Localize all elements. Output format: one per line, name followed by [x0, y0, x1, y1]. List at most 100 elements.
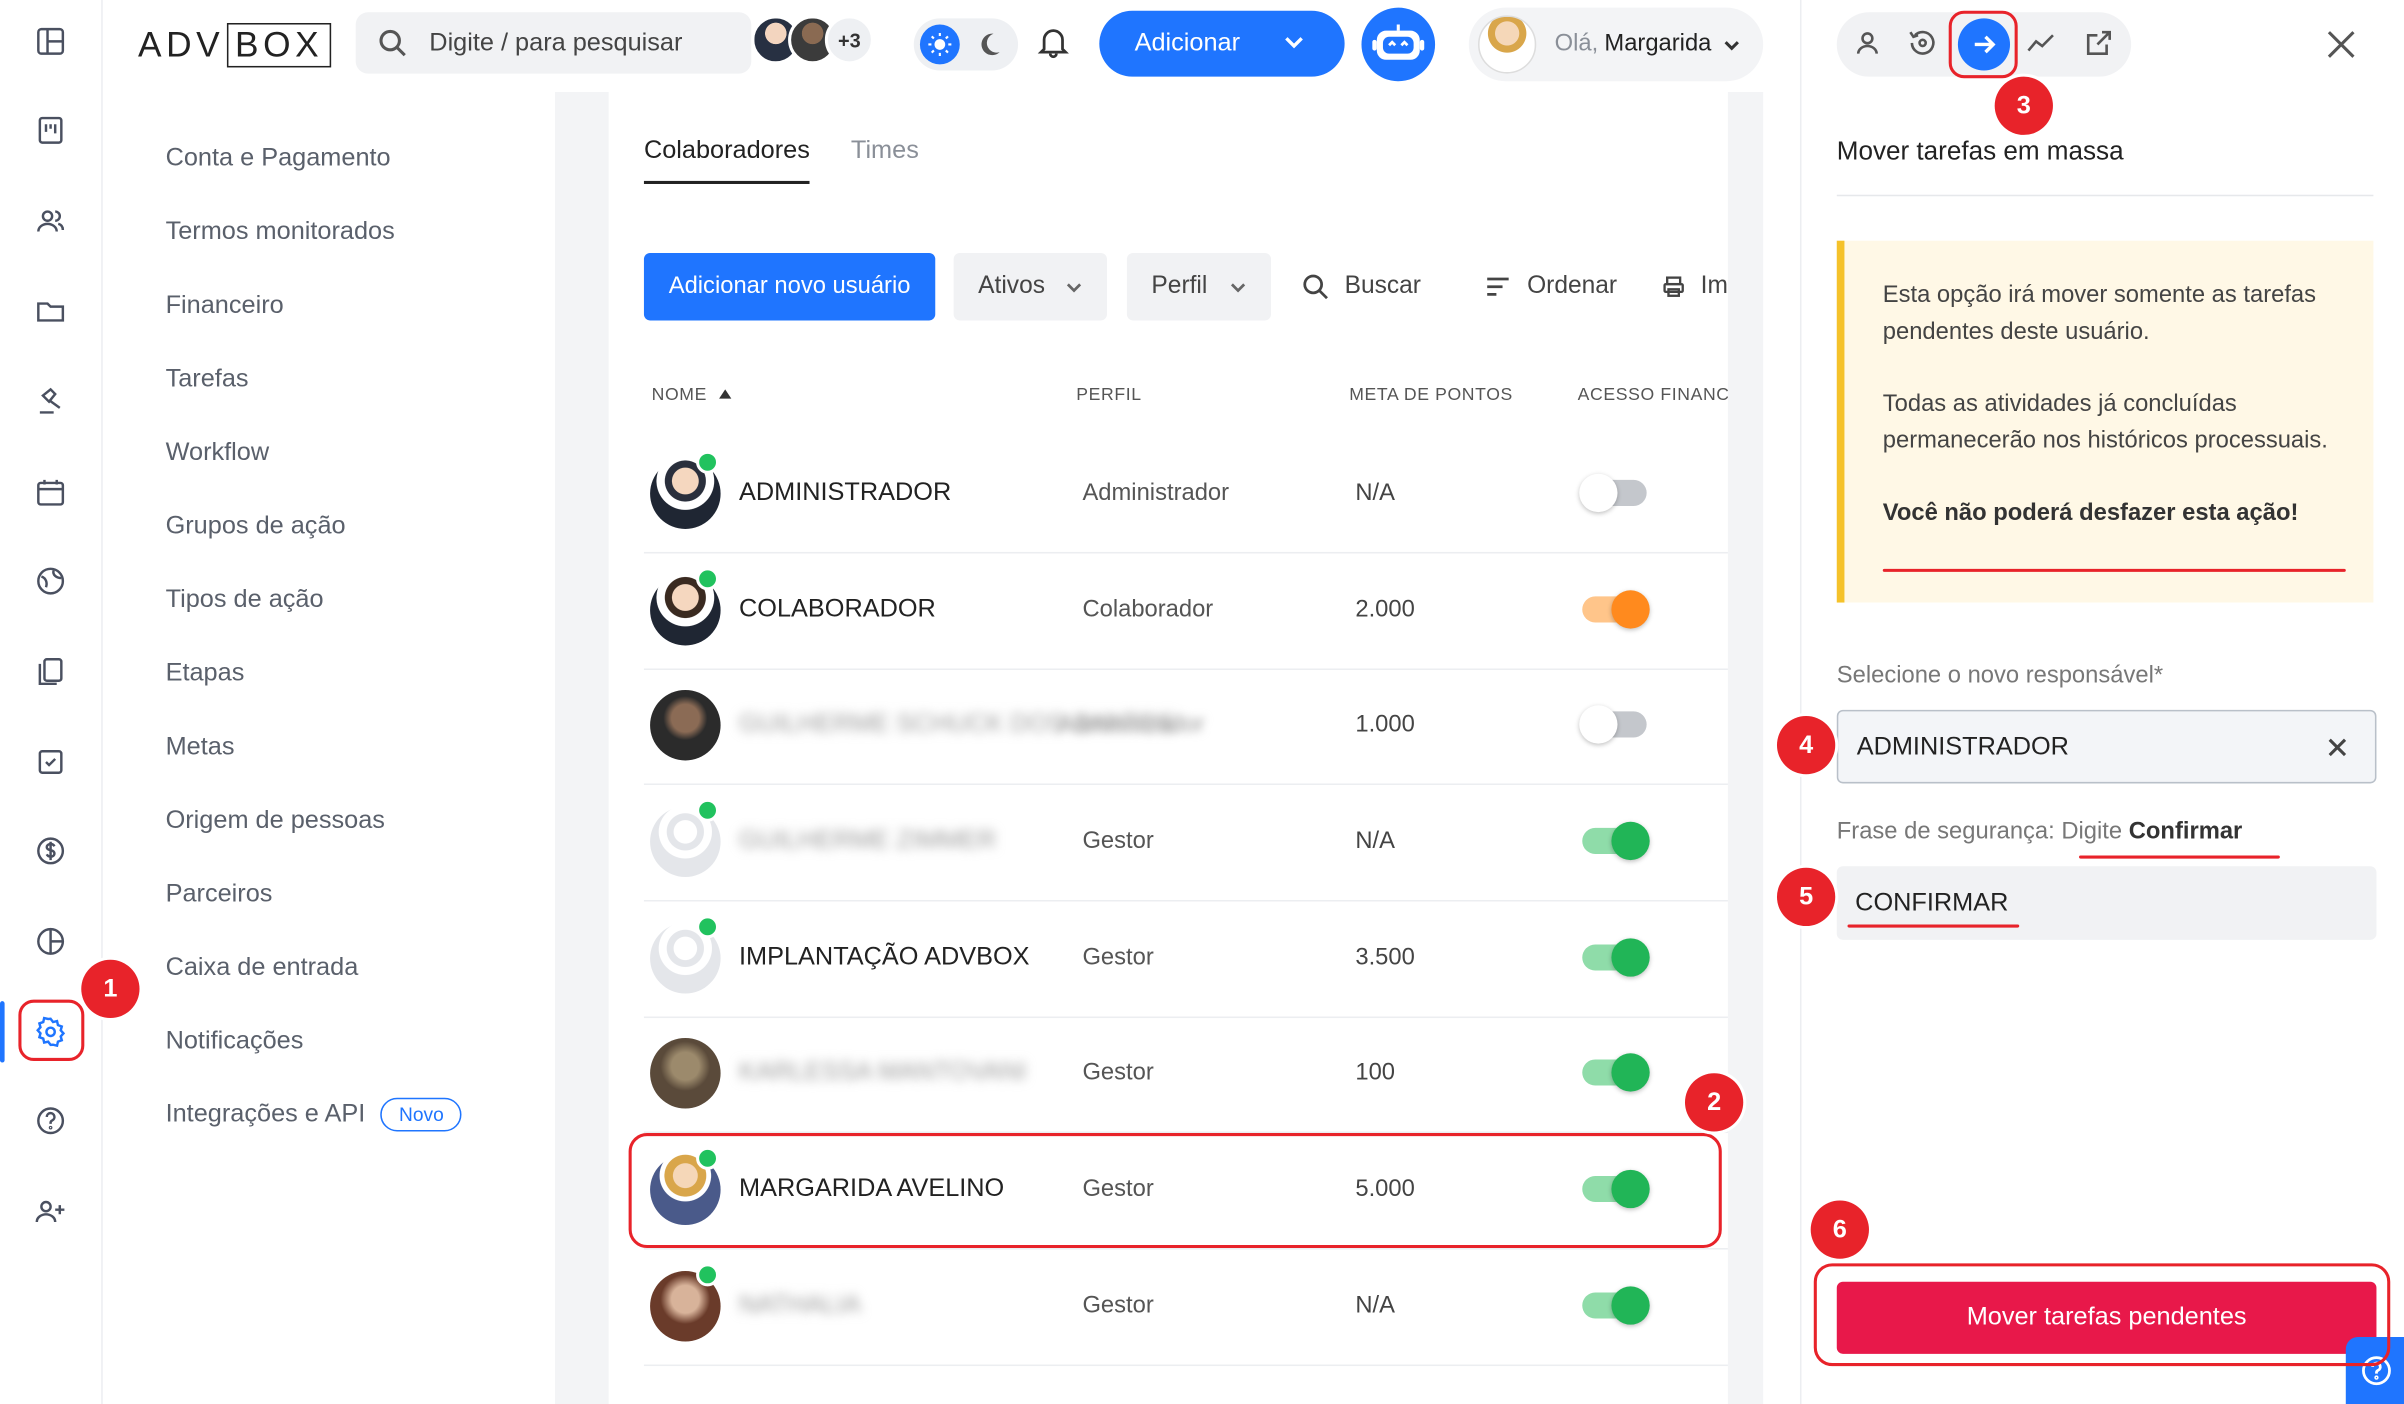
icon-rail [0, 0, 103, 1404]
documents-icon[interactable] [28, 649, 74, 695]
table-row[interactable]: NATHALIA Gestor N/A [643, 1250, 1728, 1367]
globe-icon[interactable] [28, 558, 74, 604]
finance-access-toggle[interactable] [1579, 705, 1647, 744]
finance-access-toggle[interactable] [1582, 938, 1650, 977]
finance-icon[interactable] [28, 828, 74, 874]
avatar [650, 1037, 721, 1109]
user-menu[interactable]: Olá, Margarida [1468, 7, 1764, 82]
user-name-cell[interactable]: IMPLANTAÇÃO ADVBOX [739, 943, 1030, 972]
submenu-item-action-types[interactable]: Tipos de ação [166, 586, 324, 615]
more-avatars-count[interactable]: +3 [824, 15, 874, 65]
advbox-logo[interactable]: ADV BOX [138, 21, 331, 67]
gavel-icon[interactable] [28, 379, 74, 425]
moon-icon[interactable] [975, 31, 1003, 59]
submenu-item-action-groups[interactable]: Grupos de ação [166, 512, 346, 541]
avatar [650, 689, 721, 761]
user-name-cell[interactable]: COLABORADOR [739, 595, 936, 624]
submenu-item-people-origin[interactable]: Origem de pessoas [166, 806, 385, 835]
column-header-finance-access[interactable]: ACESSO FINANCE [1578, 386, 1728, 404]
panel-title: Mover tarefas em massa [1836, 136, 2124, 166]
submenu-item-financial[interactable]: Financeiro [166, 291, 284, 320]
dashboard-icon[interactable] [28, 18, 74, 64]
points-goal-cell: N/A [1355, 827, 1395, 854]
toggle-knob [1611, 821, 1650, 861]
finance-access-toggle[interactable] [1582, 821, 1650, 861]
table-row[interactable]: GUILHERME SCHUCK DOS SANTOS Administrador… [643, 668, 1728, 785]
kanban-icon[interactable] [28, 107, 74, 153]
user-name-cell[interactable]: KARLESSA MANTOVANI [739, 1058, 1026, 1087]
submenu-item-workflow[interactable]: Workflow [166, 438, 270, 467]
submenu-item-integrations[interactable]: Integrações e API Novo [166, 1097, 463, 1132]
add-new-user-button[interactable]: Adicionar novo usuário [643, 252, 936, 321]
points-goal-cell: N/A [1355, 479, 1395, 506]
folder-icon[interactable] [28, 288, 74, 334]
submenu-item-tasks[interactable]: Tarefas [166, 365, 249, 394]
submenu-item-goals[interactable]: Metas [166, 733, 235, 762]
online-users[interactable]: +3 [751, 15, 874, 65]
sort-asc-icon [719, 389, 732, 399]
performance-chart-icon[interactable] [2025, 28, 2059, 62]
user-name-cell[interactable]: NATHALIA [739, 1291, 861, 1320]
finance-access-toggle[interactable] [1579, 473, 1647, 513]
table-row[interactable]: COLABORADOR Colaborador 2.000 [643, 553, 1728, 671]
points-goal-cell: 2.000 [1355, 596, 1415, 623]
submenu-item-notifications[interactable]: Notificações [166, 1027, 304, 1056]
column-header-profile[interactable]: PERFIL [1076, 386, 1141, 404]
security-phrase-input[interactable]: CONFIRMAR [1836, 866, 2377, 940]
reports-pie-icon[interactable] [28, 918, 74, 964]
finance-access-toggle[interactable] [1582, 590, 1650, 629]
external-link-icon[interactable] [2084, 28, 2118, 62]
history-tab-icon[interactable] [1907, 28, 1941, 62]
toggle-knob [1579, 705, 1618, 744]
warning-text: Esta opção irá mover somente as tarefas … [1882, 282, 2317, 345]
assistant-bot-icon[interactable] [1361, 7, 1436, 82]
new-owner-select[interactable]: ADMINISTRADOR [1836, 709, 2377, 784]
add-button-label: Adicionar [1134, 29, 1241, 57]
user-name-cell[interactable]: GUILHERME ZIMMER [739, 826, 996, 855]
profile-tab-icon[interactable] [1852, 28, 1886, 62]
points-goal-cell: N/A [1355, 1292, 1395, 1319]
new-badge: Novo [380, 1097, 463, 1132]
table-row[interactable]: KARLESSA MANTOVANI Gestor 100 [643, 1017, 1728, 1134]
finance-access-toggle[interactable] [1582, 1053, 1650, 1092]
search-icon [1303, 274, 1328, 300]
search-button[interactable]: Buscar [1302, 273, 1421, 301]
submenu-item-monitored-terms[interactable]: Termos monitorados [166, 218, 395, 247]
checklist-icon[interactable] [28, 739, 74, 785]
column-header-points-goal[interactable]: META DE PONTOS [1349, 386, 1513, 404]
table-row[interactable]: ADMINISTRADOR Administrador N/A [643, 437, 1728, 554]
people-icon[interactable] [28, 198, 74, 244]
sun-icon[interactable] [919, 24, 960, 65]
submenu-item-stages[interactable]: Etapas [166, 659, 245, 688]
calendar-icon[interactable] [28, 469, 74, 515]
submenu-item-partners[interactable]: Parceiros [166, 880, 273, 909]
clear-icon[interactable] [2327, 737, 2347, 757]
column-header-label: NOME [651, 386, 707, 405]
tab-times[interactable]: Times [851, 136, 919, 165]
help-circle-icon[interactable] [28, 1098, 74, 1144]
divider [1836, 194, 2374, 197]
sort-button[interactable]: Ordenar [1484, 273, 1617, 301]
finance-access-toggle[interactable] [1582, 1286, 1650, 1325]
user-name-cell[interactable]: ADMINISTRADOR [739, 478, 951, 507]
add-user-icon[interactable] [28, 1188, 74, 1234]
theme-toggle[interactable] [913, 18, 1019, 71]
security-phrase-value: CONFIRMAR [1855, 888, 2009, 917]
submenu-item-account[interactable]: Conta e Pagamento [166, 144, 391, 173]
search-input[interactable]: Digite / para pesquisar [355, 12, 752, 74]
notifications-bell-icon[interactable] [1036, 25, 1073, 62]
table-row[interactable]: GUILHERME ZIMMER Gestor N/A [643, 785, 1728, 902]
online-status-dot [696, 798, 720, 822]
column-header-name[interactable]: NOME [651, 386, 732, 405]
status-filter[interactable]: Ativos [953, 252, 1107, 321]
chevron-down-icon [1066, 283, 1082, 293]
table-row[interactable]: IMPLANTAÇÃO ADVBOX Gestor 3.500 [643, 902, 1728, 1019]
add-button[interactable]: Adicionar [1099, 10, 1345, 77]
print-button[interactable]: Im [1662, 273, 1728, 301]
new-owner-value: ADMINISTRADOR [1856, 732, 2069, 760]
submenu-item-inbox[interactable]: Caixa de entrada [166, 954, 359, 983]
annotation-underline-warning [1882, 568, 2346, 572]
close-panel-icon[interactable] [2324, 28, 2361, 65]
profile-filter[interactable]: Perfil [1126, 252, 1272, 321]
tab-colaboradores[interactable]: Colaboradores [643, 136, 811, 184]
